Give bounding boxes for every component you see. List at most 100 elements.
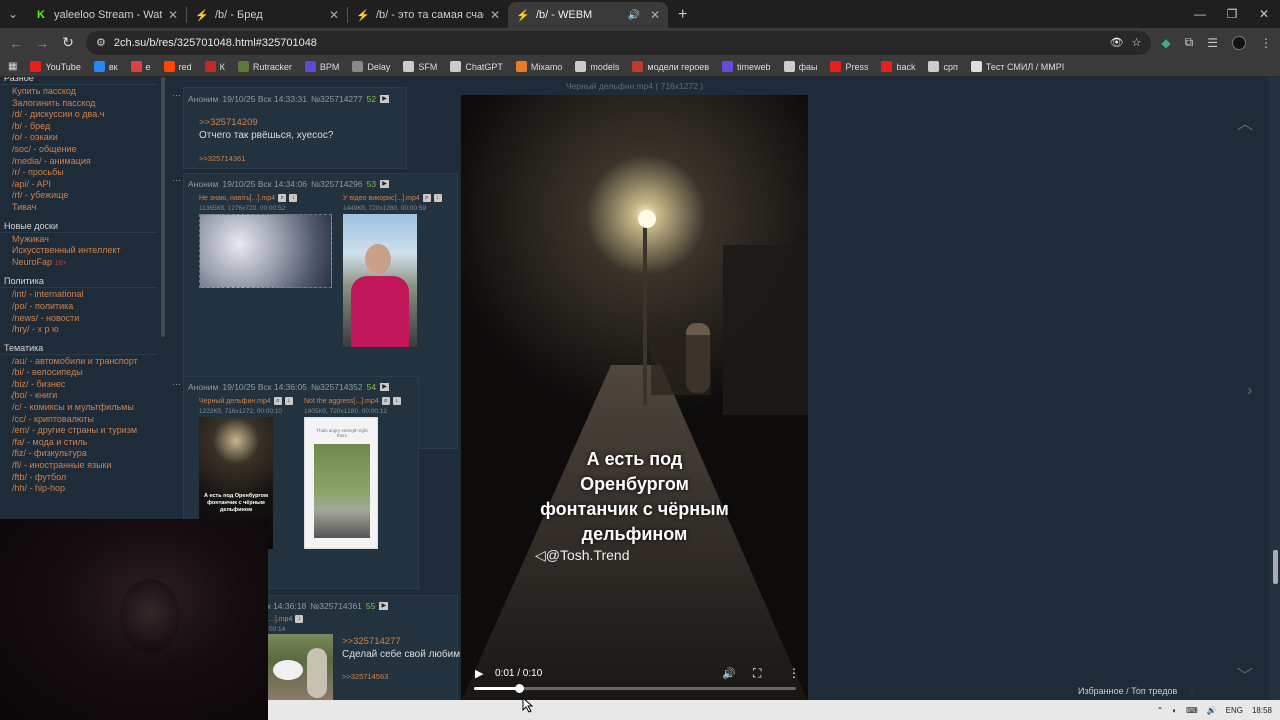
board-code[interactable]: /rf/ <box>12 190 23 200</box>
board-desc[interactable]: - общение <box>31 144 77 154</box>
sidebar-board-link[interactable]: Мужикач <box>0 234 166 246</box>
new-tab-button[interactable]: + <box>668 6 697 28</box>
clock[interactable]: 18:58 <box>1252 706 1272 715</box>
board-desc[interactable]: - политика <box>27 301 74 311</box>
bookmark-item[interactable]: Тест СМИЛ / MMPI <box>970 61 1064 72</box>
bookmark-item[interactable]: модели героев <box>632 61 709 72</box>
board-desc[interactable]: - оэкаки <box>22 132 58 142</box>
close-icon[interactable]: ✕ <box>168 8 178 22</box>
address-bar[interactable]: ⚙ 2ch.su/b/res/325701048.html#325701048 … <box>86 30 1152 55</box>
board-desc[interactable]: - hip-hop <box>27 483 66 493</box>
board-code[interactable]: /ftb/ <box>12 472 27 482</box>
sidebar-section-title[interactable]: Политика <box>0 275 157 289</box>
sidebar-board-link[interactable]: /r/ - просьбы <box>0 167 166 179</box>
bookmark-item[interactable]: Rutracker <box>237 61 292 72</box>
video-thumbnail[interactable]: Thats angry strength right there <box>304 417 378 549</box>
board-code[interactable]: /fiz/ <box>12 448 26 458</box>
board-desc[interactable]: - бред <box>22 121 51 131</box>
board-desc[interactable]: Искусственный интеллект <box>12 245 121 255</box>
sidebar-board-link[interactable]: /o/ - оэкаки <box>0 132 166 144</box>
board-code[interactable]: /b/ <box>12 121 22 131</box>
file-link[interactable]: У відео викорис[...].mp4 <box>343 195 420 202</box>
play-icon[interactable]: ▶ <box>380 95 390 103</box>
reading-list-icon[interactable]: ☰ <box>1207 36 1218 50</box>
bookmark-item[interactable]: Delay <box>352 61 390 72</box>
sidebar-board-link[interactable]: /c/ - комиксы и мультфильмы <box>0 402 166 414</box>
board-desc[interactable]: Тивач <box>12 202 36 212</box>
sidebar-board-link[interactable]: /po/ - политика <box>0 301 166 313</box>
bookmark-item[interactable]: К <box>204 61 225 72</box>
search-icon[interactable]: ⌕ <box>381 397 390 405</box>
sidebar-board-link[interactable]: /fiz/ - физкультура <box>0 448 166 460</box>
backlink[interactable]: >>325714563 <box>342 672 388 681</box>
bookmark-item[interactable]: е <box>130 61 151 72</box>
tab-3-active[interactable]: ⚡ /b/ - WEBM 🔊 ✕ <box>508 2 668 28</box>
board-desc[interactable]: - другие страны и туризм <box>30 425 137 435</box>
eye-off-icon[interactable]: 👁 <box>1110 36 1124 49</box>
sidebar-board-link[interactable]: /biz/ - бизнес <box>0 379 166 391</box>
board-desc[interactable]: - просьбы <box>20 167 64 177</box>
sidebar-board-link[interactable]: /rf/ - убежище <box>0 190 166 202</box>
tab-0[interactable]: K yaleeloo Stream - Watch Live o ✕ <box>26 2 186 28</box>
sidebar-board-link[interactable]: /au/ - автомобили и транспорт <box>0 356 166 368</box>
board-code[interactable]: /news/ <box>12 313 38 323</box>
sidebar-board-link[interactable]: /b/ - бред <box>0 121 166 133</box>
apps-grid-icon[interactable]: ▦ <box>8 61 17 72</box>
bookmark-item[interactable]: ChatGPT <box>450 61 503 72</box>
board-desc[interactable]: - дискуссии о два.ч <box>22 109 105 119</box>
post-id[interactable]: №325714361 <box>310 601 362 611</box>
more-options-icon[interactable]: ⋮ <box>788 666 800 680</box>
scroll-up-icon[interactable]: ︿ <box>1237 110 1253 134</box>
video-player[interactable]: А есть под Оренбургом фонтанчик с чёрным… <box>461 95 808 702</box>
network-icon[interactable]: ⌨ <box>1186 706 1198 715</box>
scroll-down-icon[interactable]: ﹀ <box>1237 662 1253 686</box>
download-icon[interactable]: ↓ <box>433 194 442 202</box>
sidebar-board-link[interactable]: Залогинить пасскод <box>0 98 166 110</box>
file-link[interactable]: ...].mp4 <box>269 616 292 623</box>
backlink[interactable]: >>325714361 <box>199 154 245 163</box>
close-icon[interactable]: ✕ <box>650 8 660 22</box>
close-icon[interactable]: ✕ <box>329 8 339 22</box>
sidebar-section-title[interactable]: Тематика <box>0 342 157 355</box>
play-icon[interactable]: ▶ <box>379 602 389 610</box>
post-menu-icon[interactable]: ⋯ <box>172 379 181 390</box>
download-icon[interactable]: ↓ <box>295 615 304 623</box>
close-icon[interactable]: ✕ <box>490 8 500 22</box>
chevron-up-icon[interactable]: ⌃ <box>1157 706 1164 715</box>
bookmark-star-icon[interactable]: ☆ <box>1132 36 1142 49</box>
board-desc[interactable]: - мода и стиль <box>25 437 87 447</box>
search-icon[interactable]: ⌕ <box>422 194 431 202</box>
tab-1[interactable]: ⚡ /b/ - Бред ✕ <box>187 2 347 28</box>
sidebar-board-link[interactable]: /d/ - дискуссии о два.ч <box>0 109 166 121</box>
video-thumbnail[interactable] <box>343 214 417 347</box>
url-text[interactable]: 2ch.su/b/res/325701048.html#325701048 <box>114 37 317 49</box>
sidebar-board-link[interactable]: /hry/ - х р ю <box>0 324 166 336</box>
tray-icon[interactable]: ◐ <box>1172 706 1177 715</box>
sidebar-board-link[interactable]: Искусственный интеллект <box>0 245 166 257</box>
file-link[interactable]: Not the aggress[...].mp4 <box>304 398 379 405</box>
file-link[interactable]: Черный дельфин.mp4 <box>199 398 271 405</box>
extensions-puzzle-icon[interactable]: ⧉ <box>1185 35 1194 50</box>
board-code[interactable]: /o/ <box>12 132 22 142</box>
board-desc[interactable]: - футбол <box>27 472 67 482</box>
board-code[interactable]: /po/ <box>12 301 27 311</box>
sidebar-board-link[interactable]: /int/ - international <box>0 289 166 301</box>
post-id[interactable]: №325714296 <box>311 179 363 189</box>
board-desc[interactable]: Залогинить пасскод <box>12 98 95 108</box>
bookmark-item[interactable]: SFM <box>403 61 437 72</box>
bookmark-item[interactable]: срп <box>928 61 958 72</box>
extension-color-icon[interactable]: ◆ <box>1161 36 1170 50</box>
sidebar-board-link[interactable]: NeuroFap 18+ <box>0 257 166 270</box>
bookmark-item[interactable]: вк <box>93 61 118 72</box>
bookmark-item[interactable]: models <box>575 61 619 72</box>
board-code[interactable]: /r/ <box>12 167 20 177</box>
back-arrow-icon[interactable]: ← <box>8 35 24 51</box>
post-menu-icon[interactable]: ⋯ <box>172 175 181 186</box>
sidebar-board-link[interactable]: /soc/ - общение <box>0 144 166 156</box>
reply-link[interactable]: >>325714277 <box>342 636 401 647</box>
search-icon[interactable]: ⌕ <box>273 397 282 405</box>
video-thumbnail[interactable] <box>267 634 333 700</box>
menu-kebab-icon[interactable]: ⋮ <box>1260 36 1272 50</box>
post-menu-icon[interactable]: ⋯ <box>172 90 181 101</box>
fullscreen-icon[interactable]: ⛶ <box>753 666 761 681</box>
